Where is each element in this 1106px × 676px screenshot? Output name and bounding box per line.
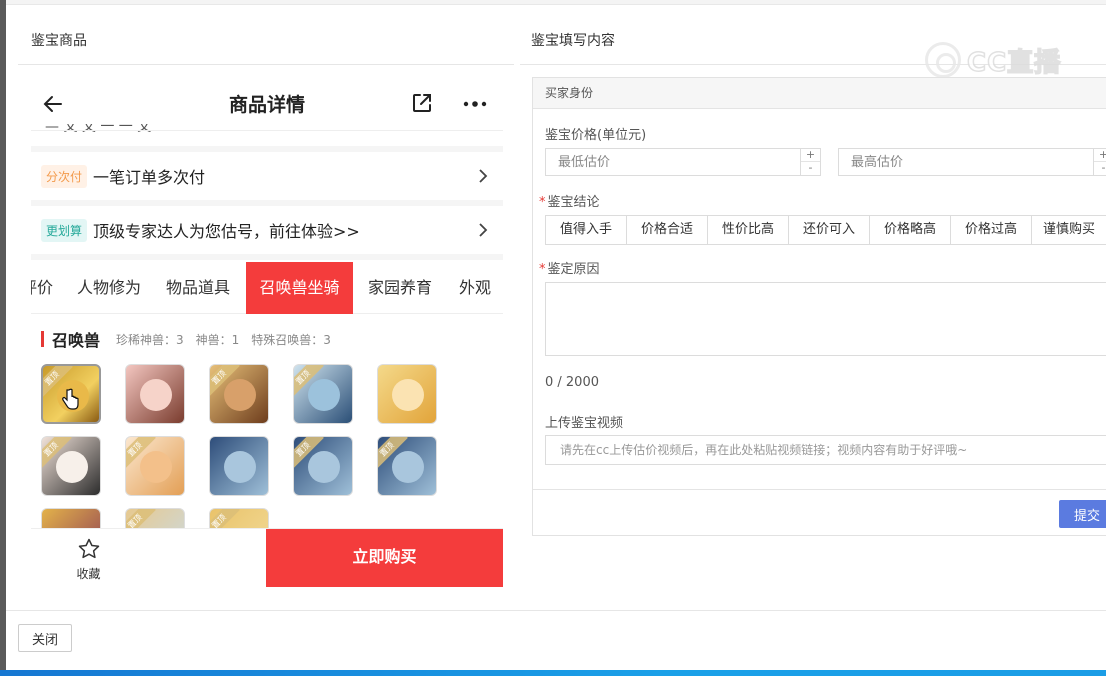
category-tabs: 评价 人物修为 物品道具 召唤兽坐骑 家园养育 外观 — [31, 262, 503, 314]
bottom-action-bar: 收藏 立即购买 — [31, 528, 503, 588]
favorite-label: 收藏 — [76, 567, 101, 581]
decrement-button[interactable]: - — [1094, 162, 1106, 175]
divider — [18, 64, 514, 65]
conclusion-options: 值得入手 价格合适 性价比高 还价可入 价格略高 价格过高 谨慎购买 — [545, 215, 1106, 245]
min-price-input[interactable]: + - — [545, 148, 821, 176]
spacer — [31, 146, 503, 152]
form-header: 买家身份 — [533, 78, 1106, 109]
spacer — [31, 200, 503, 206]
favorite-button[interactable]: 收藏 — [31, 529, 146, 588]
conclusion-option[interactable]: 价格过高 — [950, 215, 1032, 245]
submit-button[interactable]: 提交 — [1059, 500, 1106, 528]
left-section-title: 鉴宝商品 — [31, 33, 87, 49]
hand-cursor-icon — [62, 388, 79, 410]
share-icon[interactable] — [411, 92, 433, 114]
video-link-input[interactable] — [545, 435, 1106, 465]
divider — [31, 130, 503, 131]
installment-tag: 分次付 — [41, 164, 88, 188]
required-mark: * — [539, 195, 546, 210]
taskbar-strip — [0, 670, 1106, 676]
conclusion-option[interactable]: 还价可入 — [788, 215, 870, 245]
pet-avatar — [140, 451, 172, 483]
pet-section-title: 召唤兽 — [52, 331, 101, 350]
pet-tile[interactable] — [377, 364, 437, 424]
decrement-button[interactable]: - — [801, 162, 820, 175]
expert-row[interactable]: 更划算 顶级专家达人为您估号，前往体验>> — [31, 208, 503, 252]
chevron-right-icon — [479, 169, 488, 183]
video-label: 上传鉴宝视频 — [545, 416, 624, 431]
installment-row[interactable]: 分次付 一笔订单多次付 — [31, 154, 503, 198]
required-mark: * — [539, 262, 546, 277]
right-section-title: 鉴宝填写内容 — [531, 33, 615, 49]
reason-textarea[interactable] — [545, 282, 1106, 356]
pet-tile[interactable]: 置顶 — [41, 364, 101, 424]
installment-text: 一笔订单多次付 — [93, 168, 206, 187]
video-link-field[interactable] — [546, 436, 1106, 464]
conclusion-option[interactable]: 价格略高 — [869, 215, 951, 245]
tab-pets-mounts[interactable]: 召唤兽坐骑 — [246, 262, 353, 314]
conclusion-label: * 鉴宝结论 — [539, 191, 600, 210]
pet-stat: 特殊召唤兽：3 — [251, 332, 331, 347]
appraisal-form: 买家身份 鉴宝价格(单位元) + - + - *鉴宝结论 值得入手 价格合适 性… — [532, 77, 1106, 536]
max-price-field[interactable] — [839, 149, 1106, 175]
left-window-edge — [0, 0, 6, 676]
pet-avatar — [140, 379, 172, 411]
pet-tile[interactable]: 置顶 — [41, 436, 101, 496]
watermark-text: CC直播 — [966, 47, 1062, 79]
pet-tile[interactable] — [209, 436, 269, 496]
pet-avatar — [308, 451, 340, 483]
chevron-right-icon — [479, 223, 488, 237]
section-marker — [41, 331, 44, 347]
star-icon — [78, 538, 99, 559]
pet-avatar — [224, 379, 256, 411]
pet-avatar — [224, 451, 256, 483]
conclusion-option[interactable]: 谨慎购买 — [1031, 215, 1106, 245]
more-icon[interactable] — [461, 94, 489, 114]
pet-stat: 神兽：1 — [195, 332, 240, 347]
pet-tile[interactable]: 置顶 — [377, 436, 437, 496]
tab-character[interactable]: 人物修为 — [67, 262, 151, 314]
divider — [6, 610, 1106, 611]
reason-label-text: 鉴定原因 — [547, 262, 600, 277]
pet-tile[interactable]: 置顶 — [125, 436, 185, 496]
expert-text: 顶级专家达人为您估号，前往体验>> — [93, 222, 360, 241]
pet-tile[interactable] — [125, 364, 185, 424]
reason-label: * 鉴定原因 — [539, 258, 600, 277]
min-price-stepper[interactable]: + - — [800, 149, 820, 175]
tab-rating[interactable]: 评价 — [31, 262, 55, 314]
watermark-circle-icon — [925, 42, 961, 78]
tab-appearance[interactable]: 外观 — [449, 262, 501, 314]
tab-home[interactable]: 家园养育 — [359, 262, 441, 314]
pet-section-header: 召唤兽 珍稀神兽：3 神兽：1 特殊召唤兽：3 — [41, 328, 343, 350]
pet-avatar — [56, 451, 88, 483]
spacer — [31, 254, 503, 260]
conclusion-option[interactable]: 值得入手 — [545, 215, 627, 245]
expert-tag: 更划算 — [41, 218, 88, 242]
conclusion-option[interactable]: 性价比高 — [707, 215, 789, 245]
pet-tile[interactable]: 置顶 — [293, 436, 353, 496]
pet-stat: 珍稀神兽：3 — [116, 332, 184, 347]
min-price-field[interactable] — [546, 149, 820, 175]
close-button[interactable]: 关闭 — [18, 624, 72, 652]
tab-items[interactable]: 物品道具 — [157, 262, 239, 314]
buy-now-button[interactable]: 立即购买 — [266, 529, 503, 587]
max-price-input[interactable]: + - — [838, 148, 1106, 176]
top-border — [6, 0, 1106, 5]
char-counter: 0 / 2000 — [545, 375, 599, 390]
pet-tile[interactable]: 置顶 — [293, 364, 353, 424]
pet-avatar — [392, 379, 424, 411]
conclusion-label-text: 鉴宝结论 — [547, 195, 600, 210]
pet-avatar — [392, 451, 424, 483]
pet-tile[interactable]: 置顶 — [209, 364, 269, 424]
conclusion-option[interactable]: 价格合适 — [626, 215, 708, 245]
divider — [533, 489, 1106, 490]
max-price-stepper[interactable]: + - — [1093, 149, 1106, 175]
watermark-logo: CC直播 — [925, 40, 1075, 80]
product-detail-preview: 商品详情 — 乂 乂 一 一 乂 分次付 一笔订单多次付 更划算 顶级专家达人为… — [31, 76, 503, 588]
pet-avatar — [308, 379, 340, 411]
price-label: 鉴宝价格(单位元) — [545, 128, 647, 143]
